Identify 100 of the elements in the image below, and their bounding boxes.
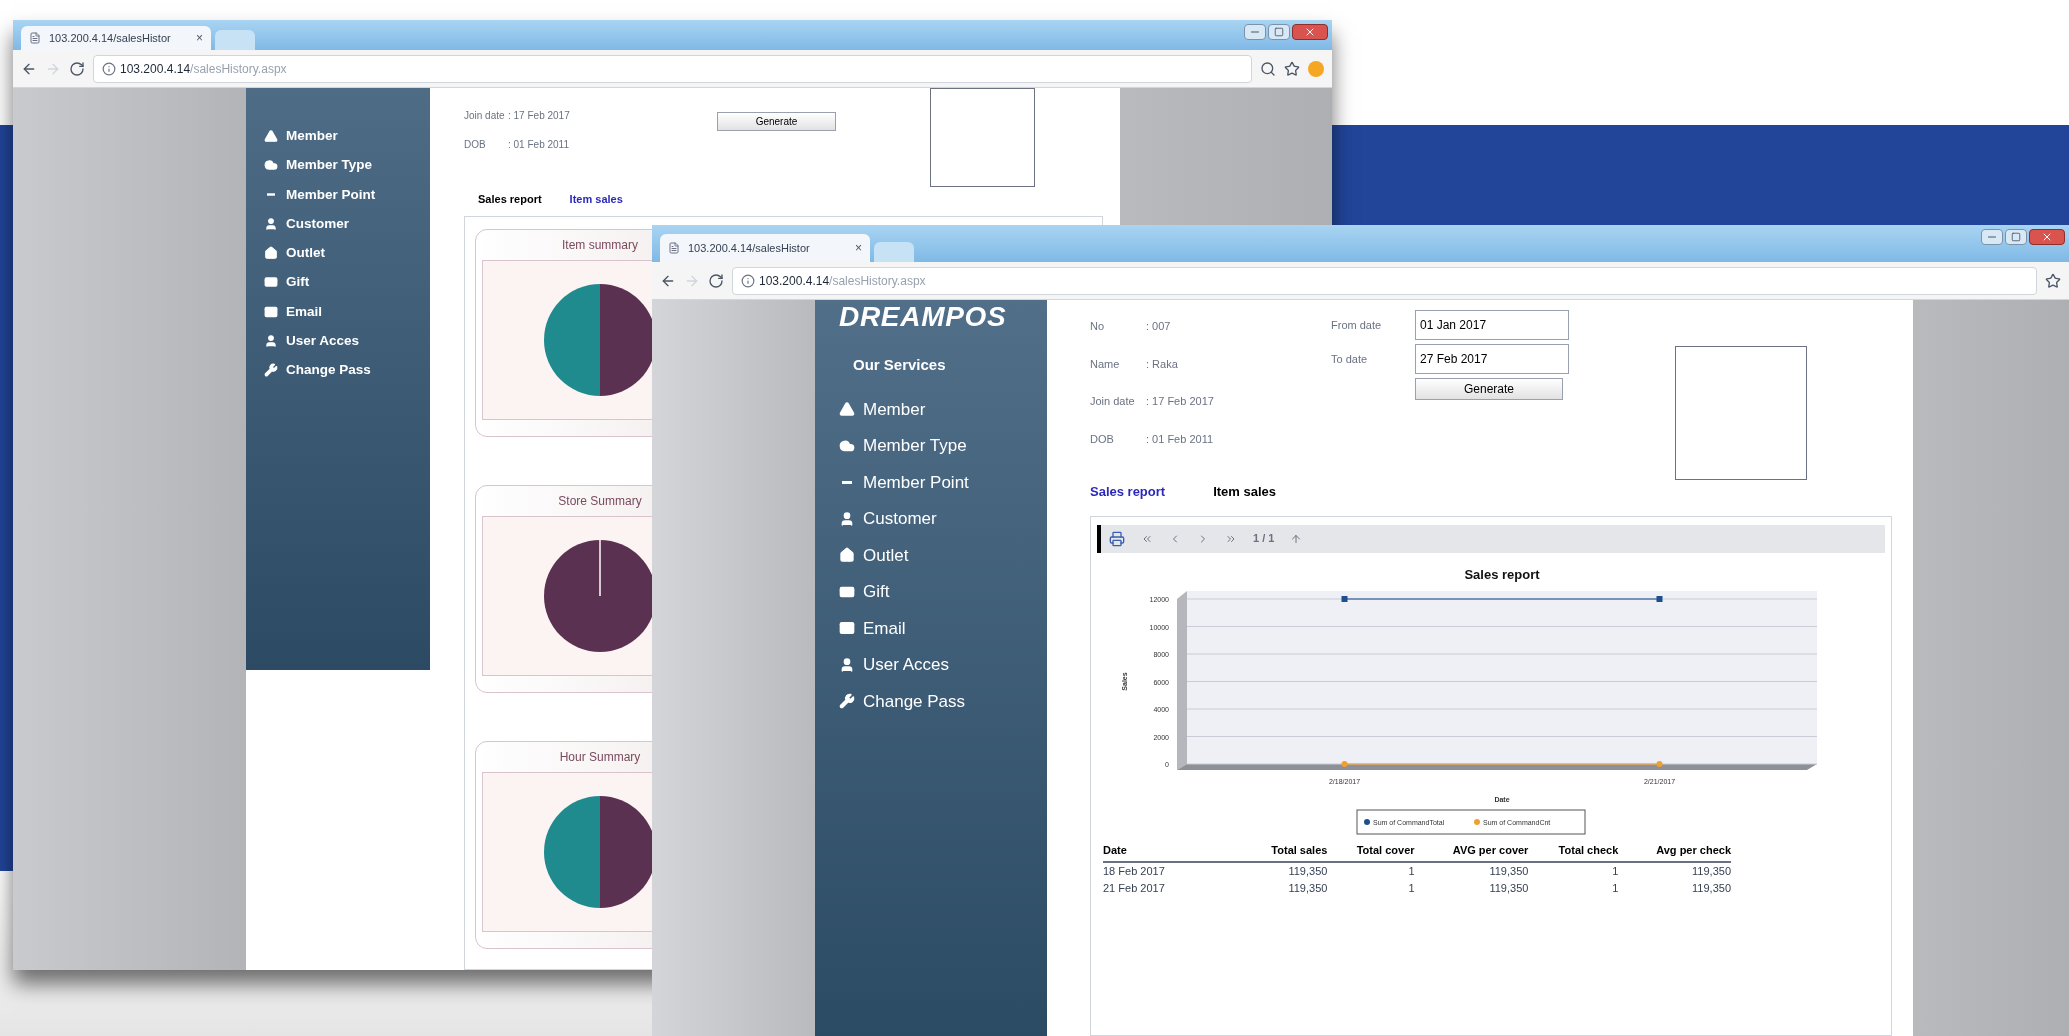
sidebar-item[interactable]: Gift — [839, 579, 1047, 605]
maximize-icon — [1274, 27, 1284, 37]
field-value: : Raka — [1146, 356, 1178, 372]
sidebar-item[interactable]: User Acces — [264, 330, 430, 351]
tab-close[interactable]: × — [855, 239, 862, 257]
browser-tab[interactable]: 103.200.4.14/salesHistor × — [21, 26, 211, 50]
date-field[interactable]: 01 Jan 2017 — [1415, 310, 1569, 340]
column-header: Total cover — [1327, 838, 1415, 862]
sidebar-item[interactable]: Customer — [264, 213, 430, 234]
address-field[interactable]: 103.200.4.14/salesHistory.aspx — [732, 266, 2037, 295]
table-cell: 18 Feb 2017 — [1103, 862, 1243, 880]
field-label: Join date — [1090, 394, 1136, 409]
envelope-icon — [264, 304, 278, 319]
triangle-icon — [839, 401, 855, 418]
report-tab[interactable]: Sales report — [1090, 482, 1166, 502]
table-cell-text: 119,350 — [1287, 880, 1328, 896]
close-icon — [2041, 231, 2053, 243]
user-icon — [264, 216, 278, 231]
maximize-icon — [2011, 232, 2021, 242]
logo: DREAMPOS — [839, 302, 1008, 332]
column-header: Total check — [1528, 838, 1619, 862]
sidebar-item[interactable]: Gift — [264, 272, 430, 293]
field-value: : 01 Feb 2011 — [508, 138, 569, 152]
user-icon — [264, 333, 278, 348]
page-indicator: 1 / 1 — [1253, 531, 1275, 547]
panel-title: Item summary — [562, 236, 638, 254]
minimize-button[interactable] — [1981, 229, 2003, 245]
export-icon[interactable] — [1109, 530, 1125, 547]
field-label: Join date — [464, 109, 506, 123]
generate-button[interactable]: Generate — [717, 112, 836, 131]
sidebar-item[interactable]: Member Point — [839, 469, 1047, 495]
url-text: 103.200.4.14/salesHistory.aspx — [759, 272, 926, 290]
wrench-icon — [264, 363, 278, 378]
field-label: Name — [1090, 356, 1121, 372]
section-heading: Our Services — [853, 355, 947, 375]
page-icon — [668, 242, 680, 254]
field-label: No — [1090, 319, 1106, 334]
table-cell: 1 — [1528, 879, 1619, 896]
sidebar-item[interactable]: Change Pass — [839, 688, 1047, 714]
close-button[interactable] — [2029, 229, 2065, 245]
column-header: Avg per check — [1618, 838, 1731, 862]
star-icon[interactable] — [2045, 272, 2061, 289]
field-label: From date — [1331, 317, 1383, 333]
table-cell: 119,350 — [1414, 862, 1529, 880]
reload-icon[interactable] — [708, 272, 724, 289]
tab-title: 103.200.4.14/salesHistor — [688, 240, 810, 256]
field-label: DOB — [1090, 431, 1115, 447]
table-cell: 1 — [1327, 879, 1415, 896]
address-field[interactable]: 103.200.4.14/salesHistory.aspx — [93, 54, 1252, 83]
generate-button[interactable]: Generate — [1415, 378, 1563, 400]
field-value: : 17 Feb 2017 — [1146, 394, 1214, 409]
report-tab[interactable]: Sales report — [478, 191, 542, 208]
tab-close[interactable]: × — [196, 29, 203, 47]
sidebar-item[interactable]: Member Point — [264, 184, 430, 205]
user-icon — [839, 656, 855, 673]
info-icon — [102, 61, 116, 76]
reload-icon[interactable] — [69, 60, 85, 77]
report-tab[interactable]: Item sales — [1213, 482, 1277, 502]
table-cell-text: 21 Feb 2017 — [1103, 880, 1166, 896]
sidebar-item[interactable]: User Acces — [839, 652, 1047, 678]
panel-title: Store Summary — [558, 492, 642, 510]
sidebar-item[interactable]: Change Pass — [264, 360, 430, 381]
table-cell: 1 — [1528, 862, 1619, 880]
envelope-icon — [839, 620, 855, 637]
sidebar-item[interactable]: Member Type — [264, 155, 430, 176]
sidebar-item[interactable]: Email — [839, 615, 1047, 641]
maximize-button[interactable] — [2005, 229, 2027, 245]
sidebar-item[interactable]: Outlet — [839, 542, 1047, 568]
sidebar-item[interactable]: Email — [264, 301, 430, 322]
tab-title: 103.200.4.14/salesHistor — [49, 30, 171, 46]
triangle-icon — [264, 129, 278, 144]
column-header: AVG per cover — [1414, 838, 1529, 862]
star-icon[interactable] — [1284, 60, 1300, 77]
date-field[interactable]: 27 Feb 2017 — [1415, 344, 1569, 374]
sidebar-item[interactable]: Outlet — [264, 243, 430, 264]
sidebar-item[interactable]: Member Type — [839, 433, 1047, 459]
chart-title: Sales report — [1464, 566, 1540, 582]
search-icon[interactable] — [1260, 60, 1276, 77]
panel-title: Hour Summary — [559, 748, 641, 766]
sidebar-item[interactable]: Customer — [839, 506, 1047, 532]
maximize-button[interactable] — [1268, 24, 1290, 40]
sidebar-item[interactable]: Member — [839, 396, 1047, 422]
card-icon — [264, 275, 278, 290]
user-icon — [839, 510, 855, 527]
table-cell: 119,350 — [1618, 862, 1731, 880]
table-cell: 119,350 — [1243, 862, 1328, 880]
browser-tab[interactable]: 103.200.4.14/salesHistor × — [660, 234, 870, 262]
field-label: To date — [1331, 351, 1369, 367]
dash-icon — [842, 480, 852, 484]
report-tab[interactable]: Item sales — [569, 191, 623, 208]
column-header: Total sales — [1243, 838, 1328, 862]
sidebar-item[interactable]: Member — [264, 126, 430, 147]
url-text: 103.200.4.14/salesHistory.aspx — [120, 60, 287, 78]
column-header: Date — [1103, 838, 1243, 862]
minimize-button[interactable] — [1244, 24, 1266, 40]
table-cell: 1 — [1327, 862, 1415, 880]
info-icon — [741, 273, 755, 288]
close-button[interactable] — [1292, 24, 1328, 40]
field-value: : 007 — [1146, 319, 1171, 334]
field-label: DOB — [464, 138, 487, 152]
